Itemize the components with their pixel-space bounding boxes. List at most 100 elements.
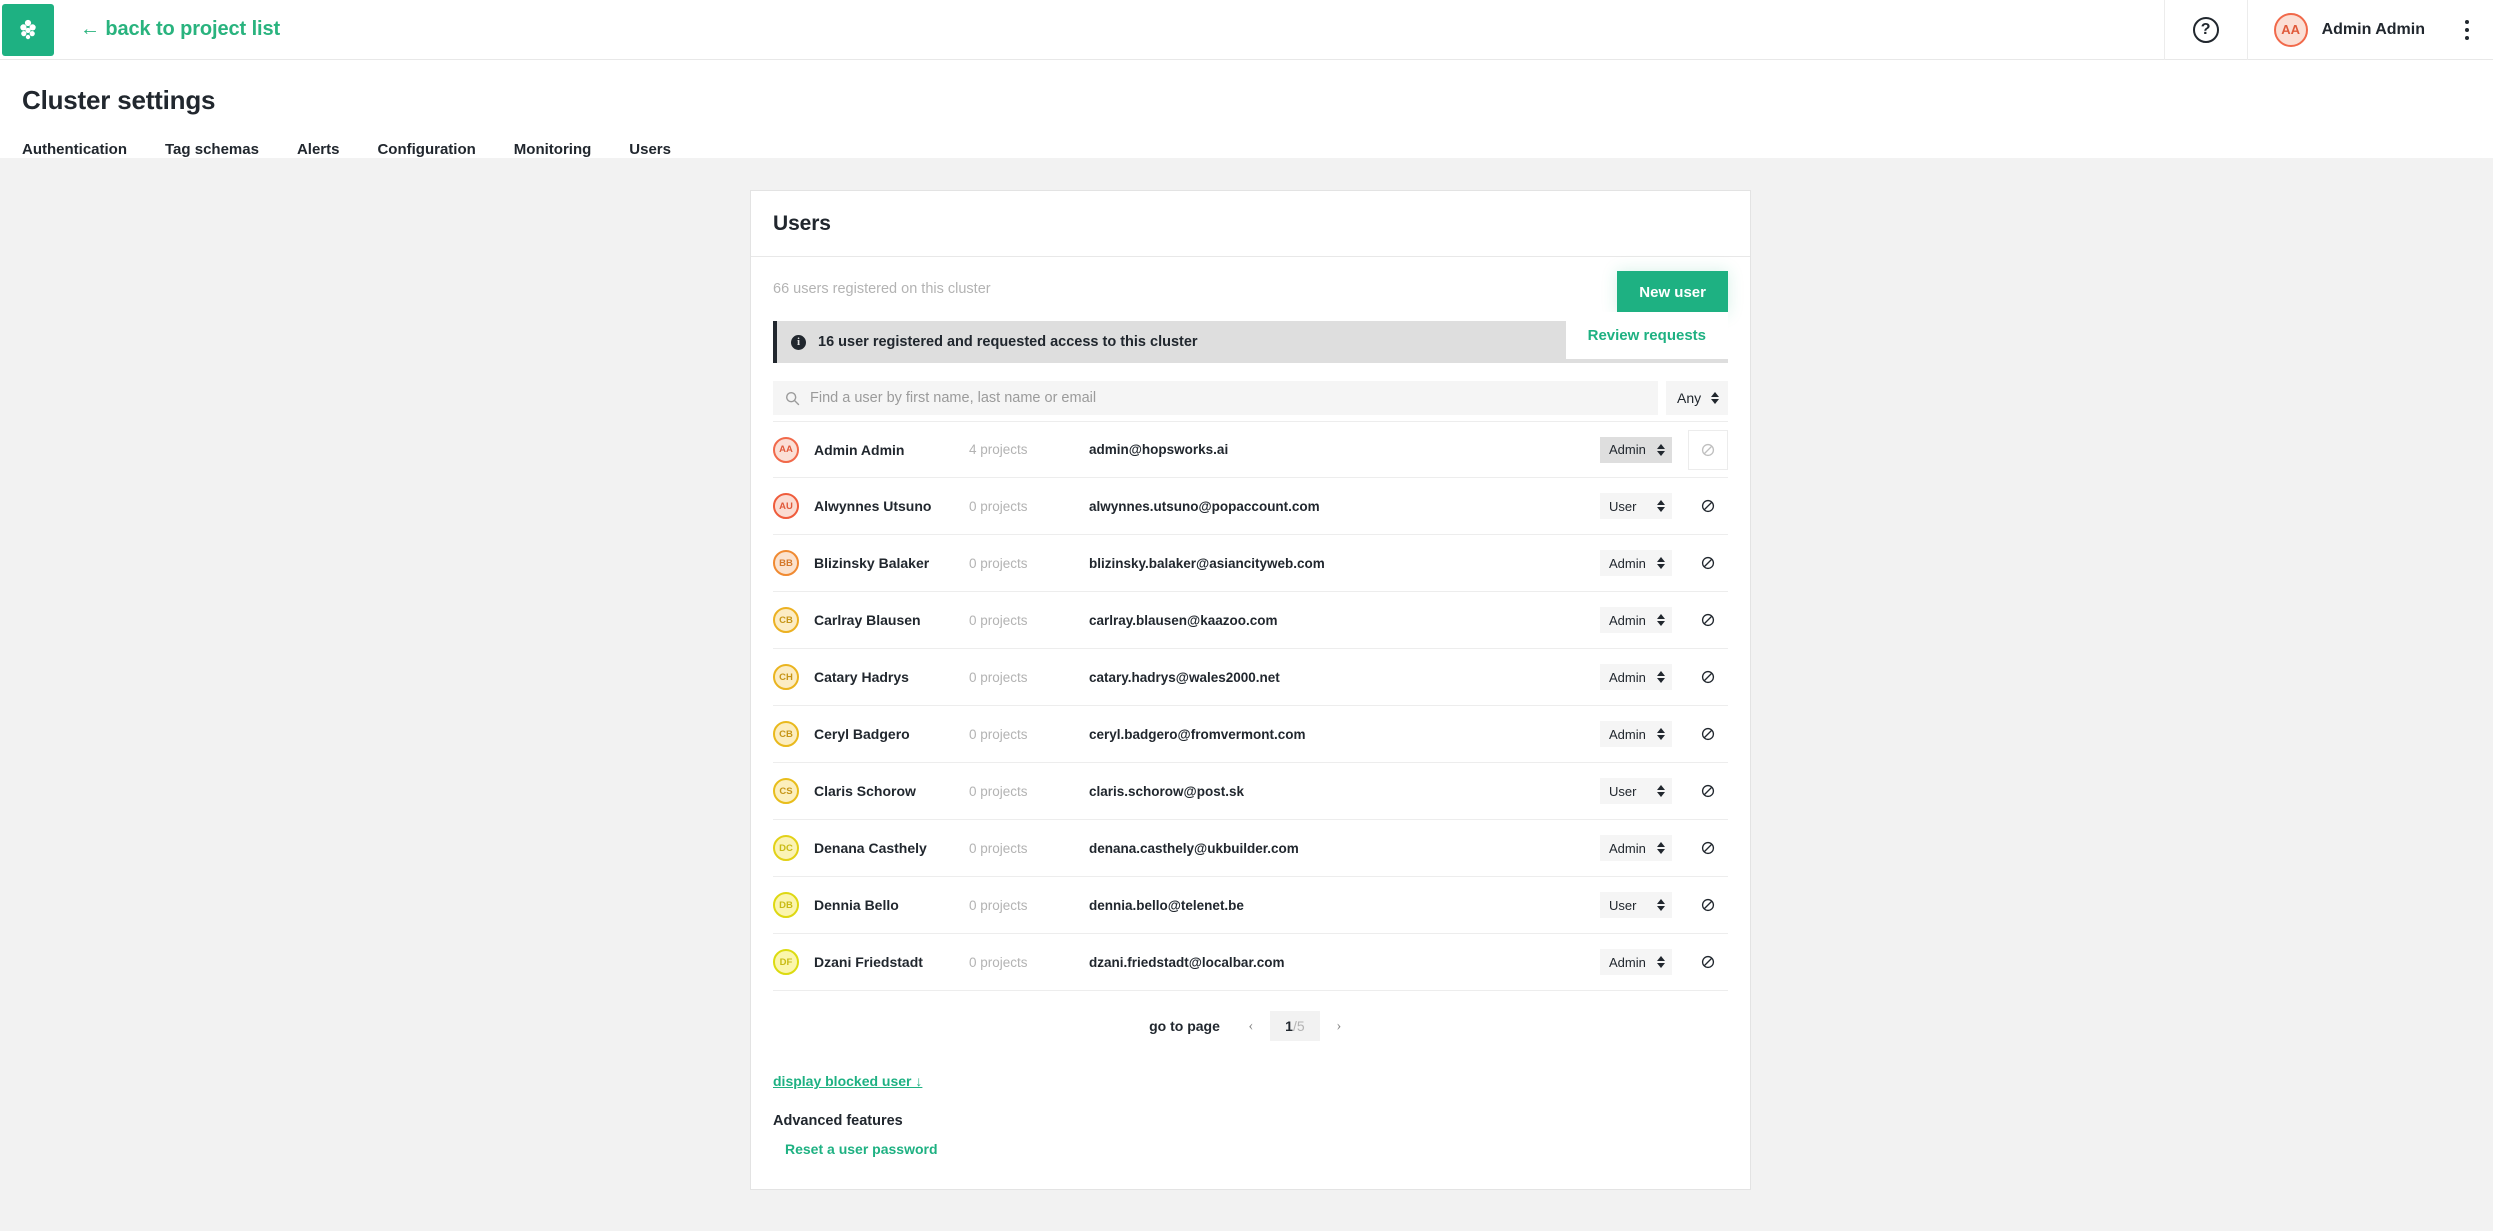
- chevron-left-icon[interactable]: ‹: [1238, 1011, 1264, 1041]
- user-role-value: User: [1609, 784, 1636, 799]
- avatar: AU: [773, 493, 799, 519]
- help-icon[interactable]: ?: [2193, 17, 2219, 43]
- block-user-button[interactable]: [1688, 771, 1728, 811]
- table-row[interactable]: DBDennia Bello0 projectsdennia.bello@tel…: [773, 877, 1728, 934]
- user-role-select[interactable]: User: [1600, 493, 1672, 519]
- user-role-select[interactable]: Admin: [1600, 664, 1672, 690]
- more-vertical-icon[interactable]: [2447, 0, 2487, 60]
- table-row[interactable]: AUAlwynnes Utsuno0 projectsalwynnes.utsu…: [773, 478, 1728, 535]
- chevron-updown-icon: [1657, 500, 1665, 512]
- user-role-select[interactable]: Admin: [1600, 607, 1672, 633]
- role-filter-select[interactable]: Any: [1666, 381, 1728, 415]
- user-email: catary.hadrys@wales2000.net: [1089, 670, 1600, 685]
- user-role-value: Admin: [1609, 841, 1646, 856]
- avatar: CB: [773, 721, 799, 747]
- user-role-select[interactable]: User: [1600, 778, 1672, 804]
- search-box[interactable]: [773, 381, 1658, 415]
- user-role-value: Admin: [1609, 613, 1646, 628]
- user-name: Blizinsky Balaker: [814, 555, 969, 571]
- current-page-indicator[interactable]: 1/5: [1270, 1011, 1320, 1041]
- search-input[interactable]: [810, 390, 1646, 406]
- chevron-updown-icon: [1657, 444, 1665, 456]
- user-name: Denana Casthely: [814, 840, 969, 856]
- user-role-select[interactable]: Admin: [1600, 721, 1672, 747]
- user-email: admin@hopsworks.ai: [1089, 442, 1600, 457]
- back-to-project-list-link[interactable]: ← back to project list: [80, 18, 280, 41]
- table-row[interactable]: DCDenana Casthely0 projectsdenana.casthe…: [773, 820, 1728, 877]
- reset-user-password-link[interactable]: Reset a user password: [785, 1141, 938, 1157]
- table-row[interactable]: AAAdmin Admin4 projectsadmin@hopsworks.a…: [773, 421, 1728, 478]
- new-user-button[interactable]: New user: [1617, 271, 1728, 314]
- block-icon: [1701, 784, 1715, 798]
- block-icon: [1701, 613, 1715, 627]
- user-role-select[interactable]: Admin: [1600, 437, 1672, 463]
- page-header: Cluster settings Authentication Tag sche…: [0, 60, 2493, 158]
- chevron-updown-icon: [1657, 557, 1665, 569]
- block-user-button[interactable]: [1688, 486, 1728, 526]
- table-row[interactable]: CBCeryl Badgero0 projectsceryl.badgero@f…: [773, 706, 1728, 763]
- avatar: DF: [773, 949, 799, 975]
- user-role-value: Admin: [1609, 670, 1646, 685]
- block-icon: [1701, 727, 1715, 741]
- table-row[interactable]: DFDzani Friedstadt0 projectsdzani.frieds…: [773, 934, 1728, 991]
- user-name: Alwynnes Utsuno: [814, 498, 969, 514]
- avatar: BB: [773, 550, 799, 576]
- block-icon: [1701, 499, 1715, 513]
- user-projects-count: 0 projects: [969, 670, 1089, 685]
- block-icon: [1701, 898, 1715, 912]
- user-role-select[interactable]: Admin: [1600, 550, 1672, 576]
- users-card-header: Users: [751, 191, 1750, 257]
- block-icon: [1701, 841, 1715, 855]
- top-bar: ← back to project list ? AA Admin Admin: [0, 0, 2493, 60]
- table-row[interactable]: BB Blizinsky Balaker0 projectsblizinsky.b…: [773, 535, 1728, 592]
- current-page-number: 1: [1285, 1018, 1293, 1034]
- block-user-button[interactable]: [1688, 828, 1728, 868]
- users-table: AAAdmin Admin4 projectsadmin@hopsworks.a…: [773, 421, 1728, 991]
- table-row[interactable]: CHCatary Hadrys0 projectscatary.hadrys@w…: [773, 649, 1728, 706]
- chevron-updown-icon: [1657, 671, 1665, 683]
- access-requests-message: 16 user registered and requested access …: [818, 334, 1198, 350]
- user-role-value: Admin: [1609, 556, 1646, 571]
- block-icon: [1701, 556, 1715, 570]
- user-projects-count: 0 projects: [969, 841, 1089, 856]
- user-role-select[interactable]: Admin: [1600, 949, 1672, 975]
- table-row[interactable]: CSClaris Schorow0 projectsclaris.schorow…: [773, 763, 1728, 820]
- user-projects-count: 0 projects: [969, 613, 1089, 628]
- block-user-button[interactable]: [1688, 714, 1728, 754]
- user-menu[interactable]: AA Admin Admin: [2248, 0, 2447, 60]
- user-role-select[interactable]: Admin: [1600, 835, 1672, 861]
- card-tail-spacer: [773, 1159, 1728, 1189]
- access-requests-alert: i 16 user registered and requested acces…: [773, 321, 1728, 363]
- chevron-updown-icon: [1657, 842, 1665, 854]
- user-role-value: Admin: [1609, 442, 1646, 457]
- chevron-right-icon[interactable]: ›: [1326, 1011, 1352, 1041]
- avatar: CH: [773, 664, 799, 690]
- block-user-button[interactable]: [1688, 543, 1728, 583]
- user-name: Carlray Blausen: [814, 612, 969, 628]
- user-email: dennia.bello@telenet.be: [1089, 898, 1600, 913]
- display-blocked-user-link[interactable]: display blocked user ↓: [773, 1073, 922, 1089]
- user-email: blizinsky.balaker@asiancityweb.com: [1089, 556, 1600, 571]
- user-role-value: User: [1609, 898, 1636, 913]
- block-user-button[interactable]: [1688, 885, 1728, 925]
- block-icon: [1701, 443, 1715, 457]
- users-card-title: Users: [773, 212, 831, 236]
- hopsworks-logo[interactable]: [2, 4, 54, 56]
- pagination: go to page ‹ 1/5 ›: [773, 991, 1728, 1061]
- block-icon: [1701, 670, 1715, 684]
- review-requests-button[interactable]: Review requests: [1566, 312, 1728, 359]
- user-name: Claris Schorow: [814, 783, 969, 799]
- kebab-dot: [2465, 36, 2469, 40]
- block-user-button: [1688, 430, 1728, 470]
- table-row[interactable]: CBCarlray Blausen0 projectscarlray.blaus…: [773, 592, 1728, 649]
- block-user-button[interactable]: [1688, 942, 1728, 982]
- avatar: DC: [773, 835, 799, 861]
- advanced-features-title: Advanced features: [773, 1113, 1728, 1129]
- block-user-button[interactable]: [1688, 600, 1728, 640]
- info-icon: i: [791, 335, 806, 350]
- kebab-dot: [2465, 28, 2469, 32]
- user-role-select[interactable]: User: [1600, 892, 1672, 918]
- avatar: CB: [773, 607, 799, 633]
- user-projects-count: 0 projects: [969, 556, 1089, 571]
- block-user-button[interactable]: [1688, 657, 1728, 697]
